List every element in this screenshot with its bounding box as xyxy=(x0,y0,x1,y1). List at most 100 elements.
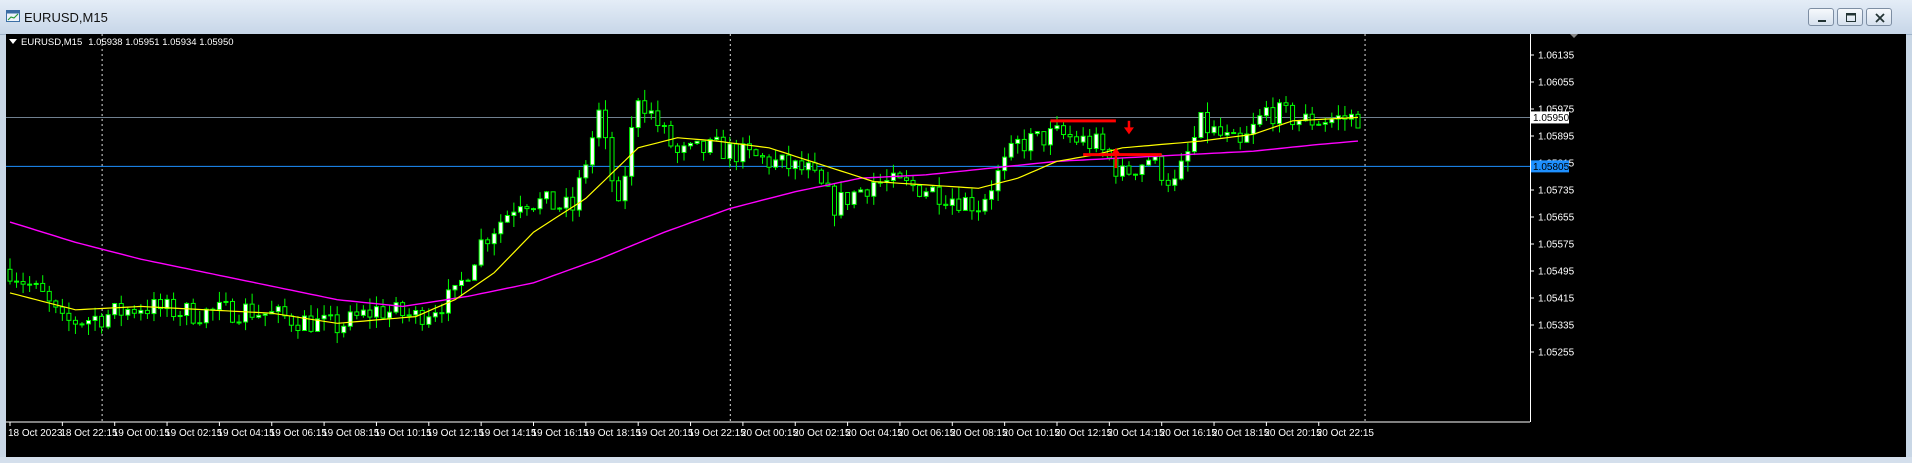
bull-candle xyxy=(125,308,131,316)
bear-candle xyxy=(1021,138,1027,152)
bear-candle xyxy=(936,186,942,205)
bull-candle xyxy=(982,198,988,212)
bull-candle xyxy=(112,303,118,316)
bear-candle xyxy=(40,282,46,292)
bull-candle xyxy=(949,198,955,206)
bull-candle xyxy=(197,322,203,325)
time-tick-label: 20 Oct 02:15 xyxy=(793,428,851,439)
time-tick-label: 19 Oct 22:15 xyxy=(689,428,747,439)
title-bar[interactable]: EURUSD,M15 xyxy=(0,0,1912,35)
bull-candle xyxy=(1178,160,1184,180)
bull-candle xyxy=(459,279,465,286)
bull-candle xyxy=(773,159,779,168)
bull-candle xyxy=(635,100,641,129)
bear-candle xyxy=(1061,125,1067,136)
bull-candle xyxy=(426,316,432,325)
bull-candle xyxy=(341,325,347,334)
time-tick-label: 19 Oct 00:15 xyxy=(113,428,171,439)
time-tick-label: 20 Oct 22:15 xyxy=(1317,428,1375,439)
time-tick-label: 19 Oct 20:15 xyxy=(636,428,694,439)
price-tick-label: 1.05575 xyxy=(1538,240,1575,251)
bull-candle xyxy=(1080,135,1086,143)
bear-candle xyxy=(1041,131,1047,146)
bull-candle xyxy=(1152,156,1158,161)
time-tick-label: 19 Oct 08:15 xyxy=(322,428,380,439)
time-tick-label: 20 Oct 08:15 xyxy=(950,428,1008,439)
bear-candle xyxy=(144,309,150,315)
bull-candle xyxy=(563,196,569,209)
bear-candle xyxy=(1067,134,1073,138)
minimize-button[interactable] xyxy=(1808,8,1834,26)
price-tick-label: 1.06055 xyxy=(1538,78,1575,89)
bull-candle xyxy=(504,214,510,223)
bull-candle xyxy=(661,124,667,127)
bear-candle xyxy=(530,208,536,211)
bull-candle xyxy=(989,190,995,200)
bear-candle xyxy=(249,303,255,318)
bull-candle xyxy=(275,306,281,313)
time-tick-label: 19 Oct 16:15 xyxy=(531,428,589,439)
bull-candle xyxy=(962,197,968,211)
bull-candle xyxy=(498,221,504,235)
bear-candle xyxy=(1159,156,1165,181)
close-icon xyxy=(1875,13,1885,23)
bull-candle xyxy=(347,311,353,327)
bull-candle xyxy=(1322,122,1328,125)
bull-candle xyxy=(707,139,713,153)
bull-candle xyxy=(511,211,517,216)
bear-candle xyxy=(1204,111,1210,134)
bull-candle xyxy=(413,309,419,316)
bear-candle xyxy=(917,185,923,197)
bear-candle xyxy=(701,140,707,153)
bear-candle xyxy=(760,155,766,158)
bull-candle xyxy=(1172,178,1178,186)
time-tick-label: 20 Oct 16:15 xyxy=(1160,428,1218,439)
bull-candle xyxy=(589,137,595,166)
bull-candle xyxy=(1034,131,1040,135)
bid-price-tag-label: 1.05950 xyxy=(1533,113,1570,124)
bear-candle xyxy=(7,268,13,282)
bear-candle xyxy=(1133,173,1139,176)
price-tick-label: 1.05655 xyxy=(1538,213,1575,224)
bull-candle xyxy=(406,314,412,317)
time-tick-label: 19 Oct 14:15 xyxy=(479,428,537,439)
bull-candle xyxy=(1028,133,1034,152)
maximize-button[interactable] xyxy=(1837,8,1863,26)
close-button[interactable] xyxy=(1866,8,1892,26)
price-tick-label: 1.05335 xyxy=(1538,321,1575,332)
bull-candle xyxy=(79,323,85,326)
bear-candle xyxy=(655,110,661,127)
bull-candle xyxy=(557,207,563,210)
dropdown-triangle-icon[interactable] xyxy=(9,39,17,44)
bear-candle xyxy=(642,100,648,114)
price-chart[interactable]: 1.061351.060551.059751.058951.058151.057… xyxy=(6,34,1906,457)
bear-candle xyxy=(288,315,294,326)
bull-candle xyxy=(328,314,334,317)
bear-candle xyxy=(190,302,196,324)
bull-candle xyxy=(851,191,857,205)
bear-candle xyxy=(845,192,851,205)
bull-candle xyxy=(576,177,582,211)
bull-candle xyxy=(544,191,550,200)
bull-candle xyxy=(216,301,222,311)
time-tick-label: 20 Oct 06:15 xyxy=(898,428,956,439)
bull-candle xyxy=(1185,151,1191,162)
horizontal-line-price-tag-label: 1.05805 xyxy=(1533,162,1570,173)
bull-candle xyxy=(1250,123,1256,135)
symbol-label: EURUSD,M15 xyxy=(21,37,83,48)
bear-candle xyxy=(786,154,792,170)
bear-candle xyxy=(354,311,360,316)
time-tick-label: 20 Oct 12:15 xyxy=(1055,428,1113,439)
bull-candle xyxy=(393,302,399,313)
bull-candle xyxy=(1276,102,1282,125)
bear-candle xyxy=(400,302,406,317)
bear-candle xyxy=(832,185,838,216)
bull-candle xyxy=(1316,123,1322,126)
bear-candle xyxy=(308,315,314,332)
bear-candle xyxy=(799,160,805,171)
bull-candle xyxy=(740,143,746,163)
chart-area[interactable]: 1.061351.060551.059751.058951.058151.057… xyxy=(6,34,1906,457)
bear-candle xyxy=(118,303,124,316)
bear-candle xyxy=(753,149,759,157)
bull-candle xyxy=(1054,125,1060,130)
